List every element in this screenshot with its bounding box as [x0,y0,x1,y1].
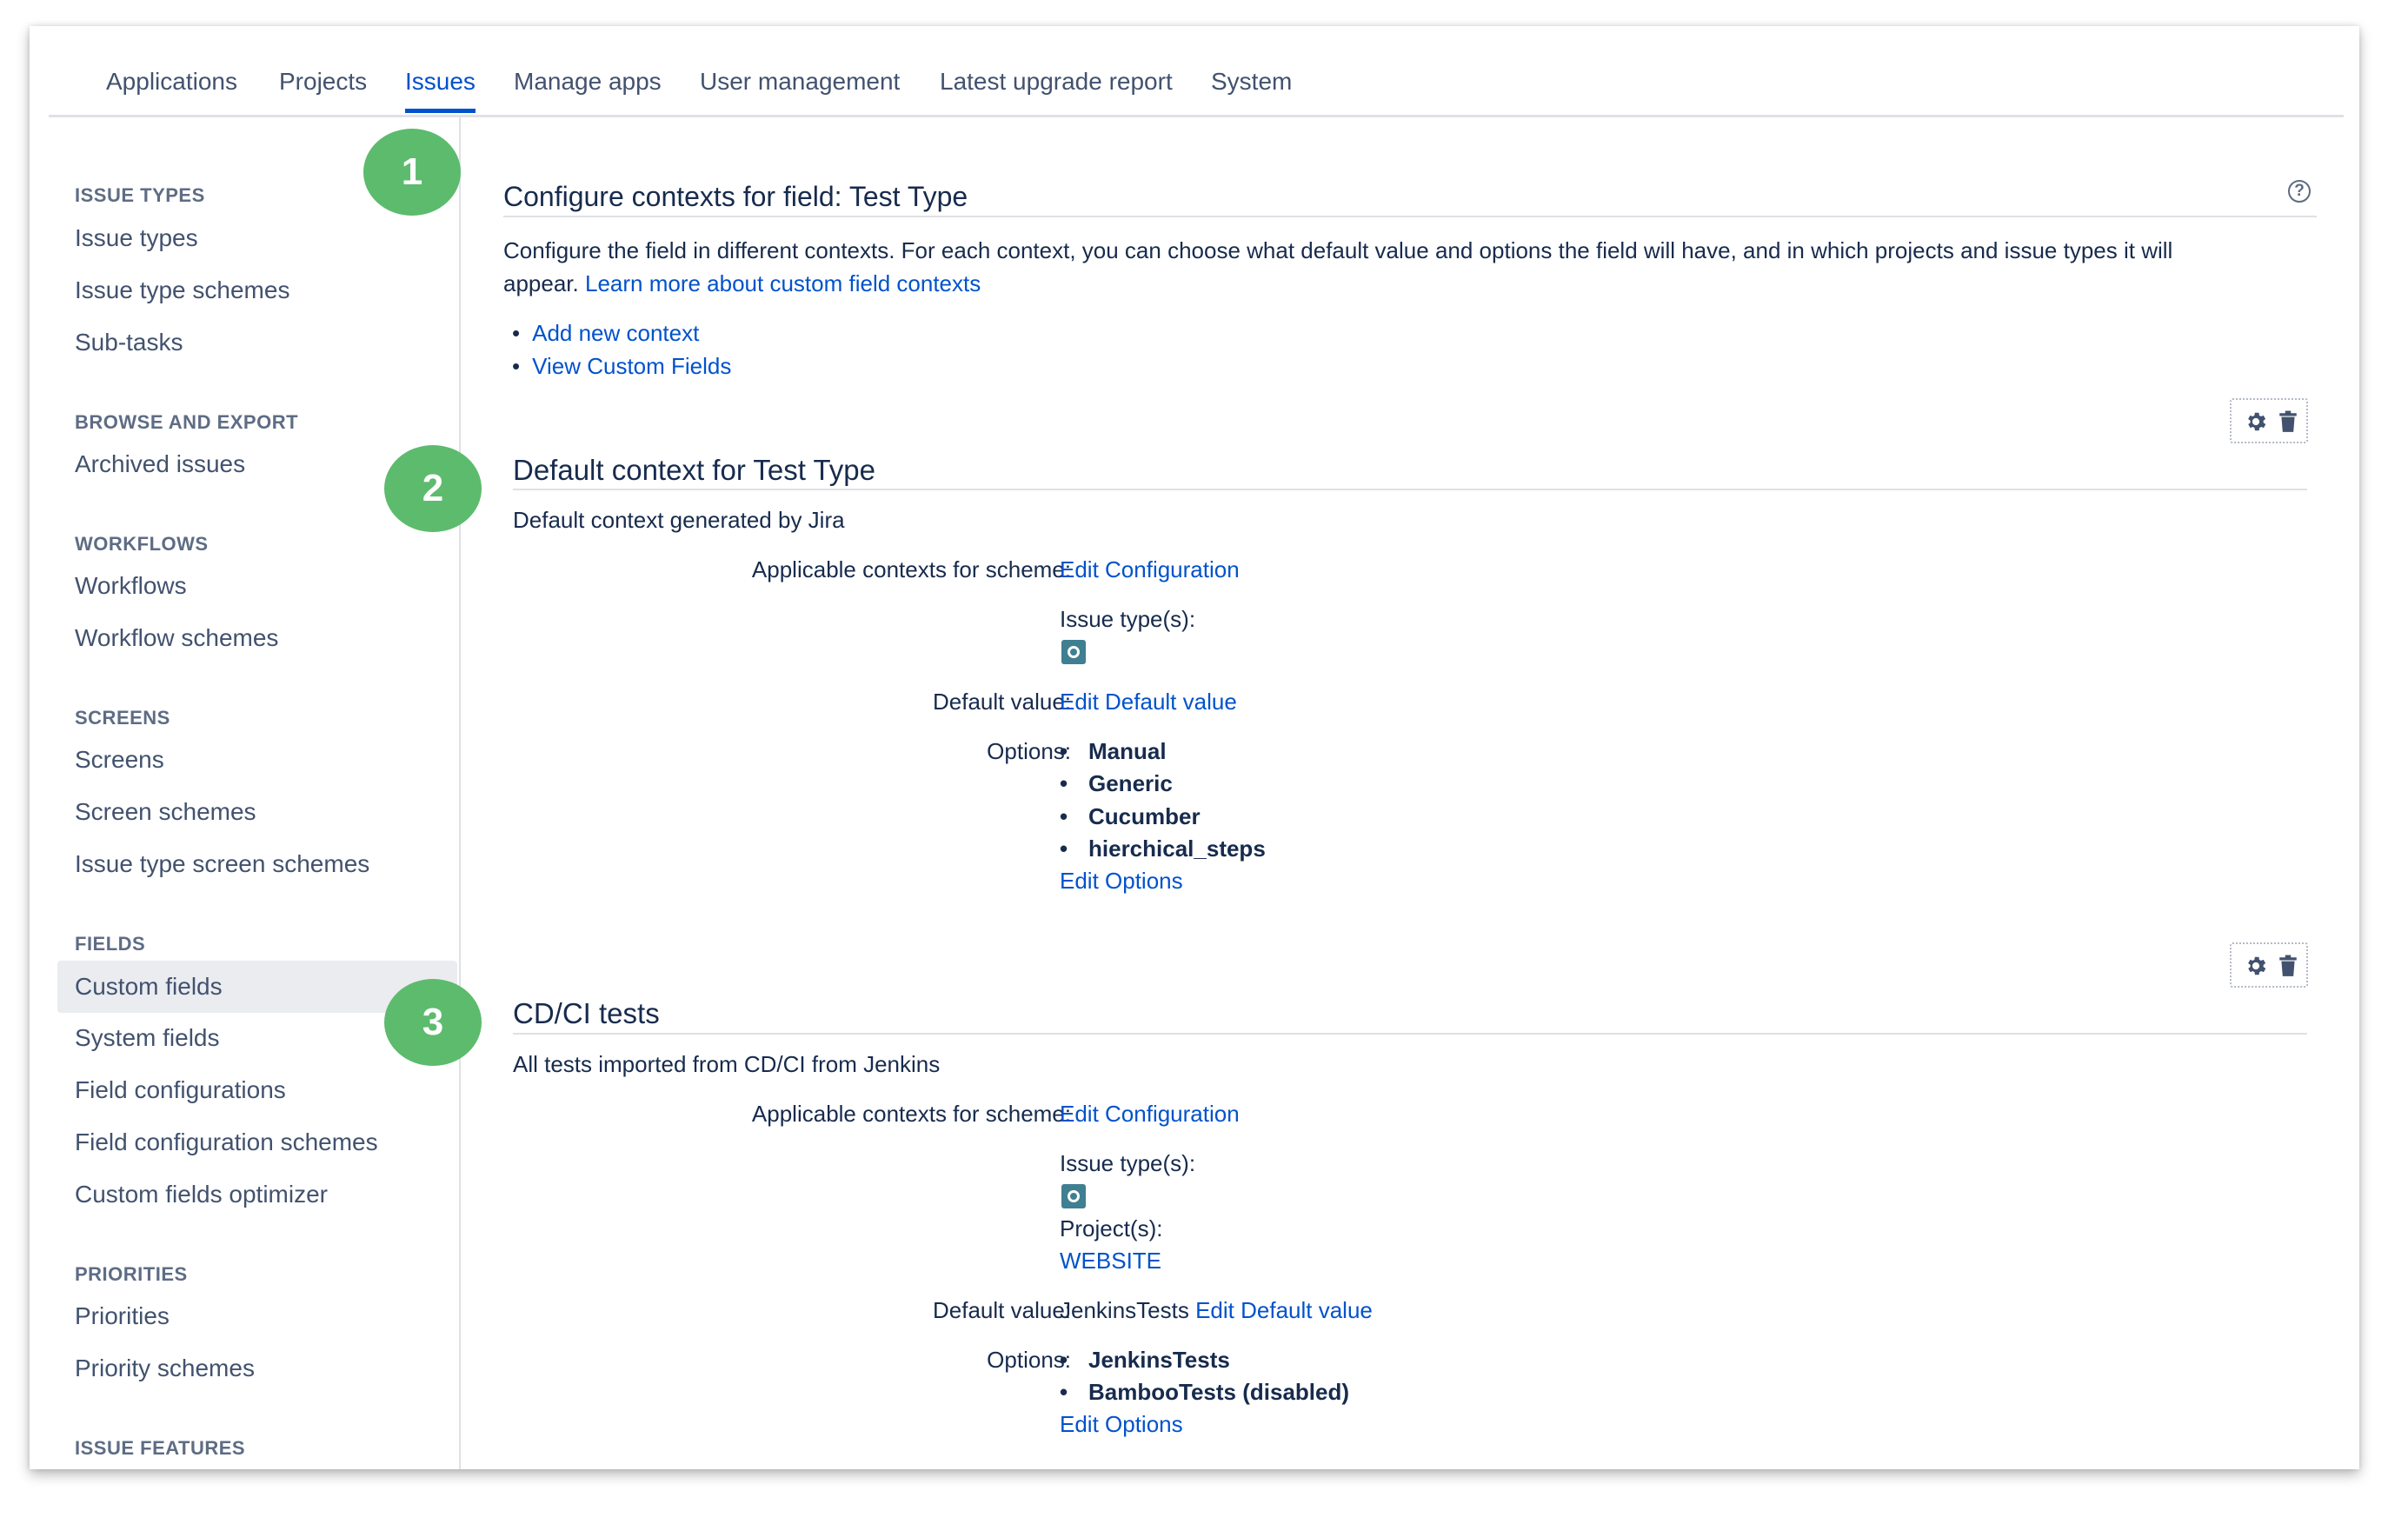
page-description-line1: Configure the field in different context… [503,237,2173,263]
step-badge-2: 2 [384,445,482,532]
sidebar-section-workflows: WORKFLOWS [75,533,209,555]
context-1-issue-types-label: Issue type(s): [1060,606,1196,632]
tab-issues[interactable]: Issues [405,68,476,113]
context-1-option: Manual [1060,738,1166,765]
sidebar-item-issue-type-screen-schemes[interactable]: Issue type screen schemes [75,850,369,878]
sidebar-item-priority-schemes[interactable]: Priority schemes [75,1355,255,1382]
tab-manage-apps[interactable]: Manage apps [514,68,662,96]
trash-icon[interactable] [2278,955,2298,977]
context-1-divider [513,489,2307,490]
test-issue-type-icon [1061,1184,1086,1208]
sidebar-section-priorities: PRIORITIES [75,1263,188,1285]
learn-more-link[interactable]: Learn more about custom field contexts [585,270,981,296]
sidebar-section-browse-export: BROWSE AND EXPORT [75,411,299,433]
context-1-edit-configuration-link[interactable]: Edit Configuration [1060,556,1240,583]
step-badge-1: 1 [363,129,461,216]
sidebar-section-issue-features: ISSUE FEATURES [75,1437,246,1459]
sidebar-item-field-configurations[interactable]: Field configurations [75,1076,286,1104]
context-2-projects-label: Project(s): [1060,1215,1163,1241]
admin-window: Applications Projects Issues Manage apps… [30,26,2359,1469]
sidebar-item-screens[interactable]: Screens [75,746,164,774]
test-issue-type-icon [1061,640,1086,664]
add-new-context-item: • Add new context [512,320,700,346]
context-2-description: All tests imported from CD/CI from Jenki… [513,1051,941,1077]
page-title: Configure contexts for field: Test Type [503,181,968,212]
context-2-default-value-label: Default value: [933,1297,1071,1323]
context-2-option: JenkinsTests [1060,1347,1230,1374]
gear-icon[interactable] [2244,409,2268,434]
sidebar-item-priorities[interactable]: Priorities [75,1302,170,1330]
sidebar-section-screens: SCREENS [75,707,170,729]
help-icon[interactable]: ? [2288,180,2311,203]
context-2-default-value: JenkinsTests Edit Default value [1060,1297,1373,1324]
sidebar-item-archived-issues[interactable]: Archived issues [75,450,245,478]
sidebar-section-fields: FIELDS [75,933,146,955]
context-1-option: Generic [1060,770,1173,797]
context-2-options-label: Options: [987,1347,1071,1373]
add-new-context-link[interactable]: Add new context [532,320,699,346]
gear-icon[interactable] [2244,954,2268,978]
context-1-applicable-label: Applicable contexts for scheme: [751,556,1071,582]
title-divider [503,216,2317,217]
sidebar-section-issue-types: ISSUE TYPES [75,184,205,206]
context-2-title: CD/CI tests [513,997,660,1029]
context-1-option: Cucumber [1060,803,1200,830]
page-description-word: appear. [503,270,579,296]
context-2-option: BambooTests (disabled) [1060,1379,1349,1406]
context-1-default-value-label: Default value: [933,689,1071,715]
context-1-title: Default context for Test Type [513,454,876,486]
sidebar-item-issue-types[interactable]: Issue types [75,224,198,252]
sidebar-item-custom-fields-optimizer[interactable]: Custom fields optimizer [75,1181,328,1208]
context-2-applicable-label: Applicable contexts for scheme: [751,1101,1071,1127]
tab-system[interactable]: System [1211,68,1292,96]
sidebar-item-field-configuration-schemes[interactable]: Field configuration schemes [75,1128,378,1156]
context-2-edit-options-link[interactable]: Edit Options [1060,1411,1183,1438]
sidebar-item-sub-tasks[interactable]: Sub-tasks [75,329,183,356]
context-2-project-link[interactable]: WEBSITE [1060,1248,1161,1275]
context-1-options-label: Options: [987,738,1071,764]
main-content: Applications Projects Issues Manage apps… [30,26,2359,1469]
context-1-option: hierchical_steps [1060,835,1266,862]
context-1-edit-default-link[interactable]: Edit Default value [1060,689,1237,716]
tab-latest-upgrade-report[interactable]: Latest upgrade report [940,68,1173,96]
tab-applications[interactable]: Applications [106,68,237,96]
sidebar-item-issue-type-schemes[interactable]: Issue type schemes [75,276,289,304]
context-2-edit-configuration-link[interactable]: Edit Configuration [1060,1101,1240,1128]
context-2-default-value-text: JenkinsTests [1060,1297,1189,1323]
sidebar: ISSUE TYPES Issue types Issue type schem… [30,117,461,1469]
sidebar-item-workflow-schemes[interactable]: Workflow schemes [75,624,278,652]
context-1-edit-options-link[interactable]: Edit Options [1060,868,1183,895]
top-navigation: Applications Projects Issues Manage apps… [49,26,2344,117]
sidebar-item-workflows[interactable]: Workflows [75,572,187,600]
tab-user-management[interactable]: User management [700,68,900,96]
view-custom-fields-link[interactable]: View Custom Fields [532,353,731,379]
context-2-issue-types-label: Issue type(s): [1060,1150,1196,1176]
sidebar-item-screen-schemes[interactable]: Screen schemes [75,798,256,826]
context-2-edit-default-link[interactable]: Edit Default value [1195,1297,1373,1323]
context-2-tools [2230,942,2308,988]
context-2-divider [513,1033,2307,1035]
page-description-line2: appear. Learn more about custom field co… [503,270,981,297]
tab-projects[interactable]: Projects [279,68,367,96]
context-1-description: Default context generated by Jira [513,507,845,533]
sidebar-item-system-fields[interactable]: System fields [75,1024,220,1052]
step-badge-3: 3 [384,979,482,1066]
trash-icon[interactable] [2278,410,2298,433]
context-1-tools [2230,398,2308,443]
view-custom-fields-item: • View Custom Fields [512,353,732,379]
